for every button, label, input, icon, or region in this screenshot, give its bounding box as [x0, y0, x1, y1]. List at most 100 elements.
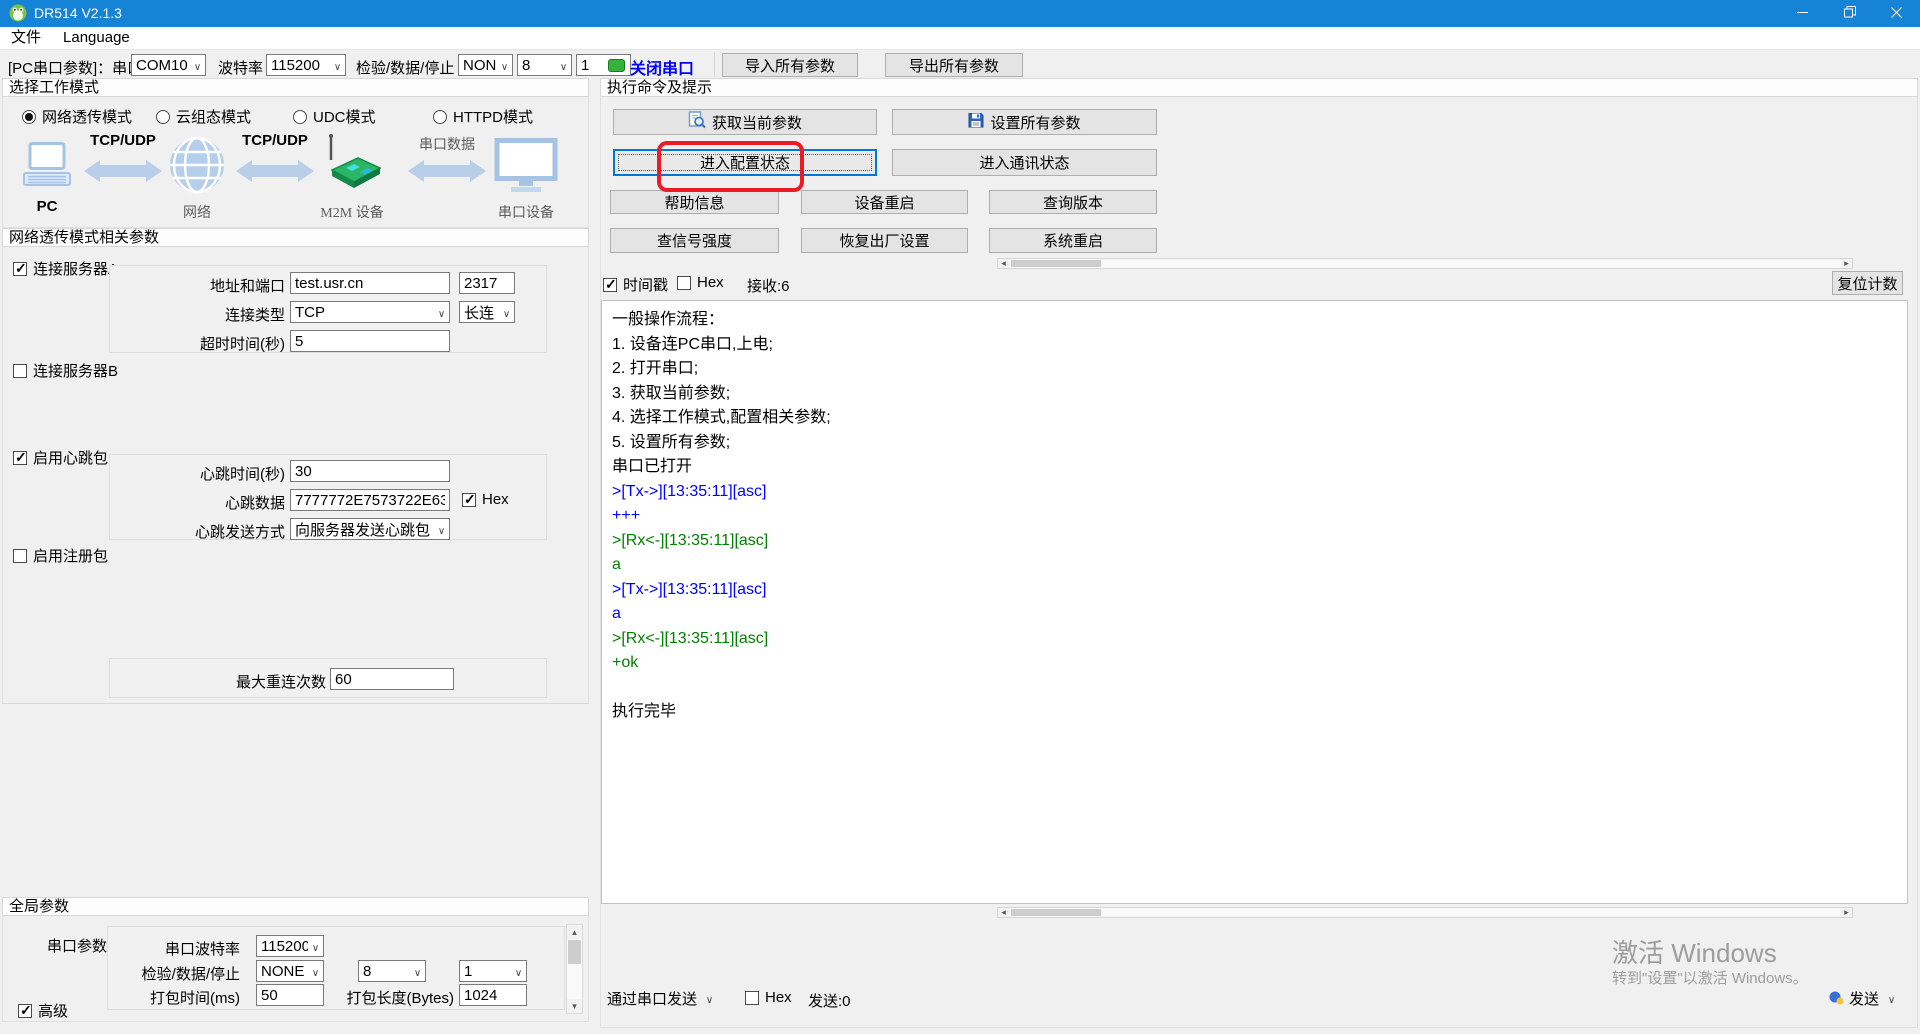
server-b-toggle[interactable]: 连接服务器B [13, 360, 118, 381]
advanced-toggle[interactable]: 高级 [18, 1000, 68, 1021]
send-via-serial-dropdown[interactable]: 通过串口发送 [607, 988, 717, 1009]
heartbeat-hex-checkbox[interactable] [462, 493, 476, 507]
reset-count-button[interactable]: 复位计数 [1832, 271, 1903, 295]
heartbeat-toggle[interactable]: 启用心跳包 [13, 447, 108, 468]
timeout-label: 超时时间(秒) [110, 333, 285, 354]
timestamp-checkbox[interactable] [603, 278, 617, 292]
enter-comm-button[interactable]: 进入通讯状态 [892, 149, 1157, 176]
heartbeat-hex-toggle[interactable]: Hex [462, 491, 509, 508]
mode-option-httpd[interactable]: HTTPD模式 [433, 106, 533, 127]
scrollbar-track[interactable] [567, 939, 582, 999]
radio-httpd-mode[interactable] [433, 110, 447, 124]
register-checkbox[interactable] [13, 549, 27, 563]
global-parity-select[interactable]: NONE [256, 960, 324, 982]
log-output[interactable]: 一般操作流程： 1. 设备连PC串口,上电; 2. 打开串口; 3. 获取当前参… [601, 300, 1908, 904]
section-divider [2, 703, 589, 704]
server-a-address-input[interactable] [290, 272, 450, 294]
parity-select[interactable]: NONI [458, 54, 513, 76]
databits-select[interactable]: 8 [517, 54, 572, 76]
scroll-right-icon[interactable] [1841, 259, 1852, 268]
global-databits-select[interactable]: 8 [358, 960, 426, 982]
log-hex-checkbox[interactable] [677, 276, 691, 290]
titlebar[interactable]: DR514 V2.1.3 [0, 0, 1920, 27]
conn-type-select[interactable]: TCP [290, 301, 450, 323]
packlen-input[interactable] [459, 984, 527, 1006]
mode-option-udc[interactable]: UDC模式 [293, 106, 376, 127]
timeout-input[interactable] [290, 330, 450, 352]
mode-option-cloud[interactable]: 云组态模式 [156, 106, 251, 127]
mode-option-transparent[interactable]: 网络透传模式 [22, 106, 132, 127]
radio-cloud-mode[interactable] [156, 110, 170, 124]
heartbeat-data-input[interactable] [290, 489, 450, 511]
baud-select[interactable]: 115200 [266, 54, 346, 76]
server-a-checkbox[interactable] [13, 262, 27, 276]
chevron-down-icon [190, 57, 205, 74]
scroll-right-icon[interactable] [1841, 908, 1852, 917]
restore-button[interactable] [1826, 0, 1873, 27]
factory-reset-button[interactable]: 恢复出厂设置 [801, 228, 968, 253]
query-version-button[interactable]: 查询版本 [989, 190, 1157, 214]
scrollbar-track[interactable] [1009, 908, 1841, 917]
server-a-toggle[interactable]: 连接服务器A [13, 258, 118, 279]
enter-config-button[interactable]: 进入配置状态 [613, 149, 877, 176]
heartbeat-checkbox[interactable] [13, 451, 27, 465]
log-bottom-scrollbar[interactable] [997, 907, 1853, 918]
heartbeat-mode-label: 心跳发送方式 [110, 521, 285, 542]
heartbeat-label: 启用心跳包 [33, 447, 108, 468]
server-b-checkbox[interactable] [13, 364, 27, 378]
scrollbar-thumb[interactable] [568, 940, 581, 964]
window-title: DR514 V2.1.3 [34, 0, 122, 27]
scroll-up-icon[interactable] [567, 925, 582, 939]
send-hex-checkbox[interactable] [745, 991, 759, 1005]
scroll-down-icon[interactable] [567, 999, 582, 1013]
global-stopbits-value: 1 [464, 963, 511, 980]
get-params-button[interactable]: 获取当前参数 [613, 109, 877, 135]
com-port-select[interactable]: COM10 [131, 54, 206, 76]
close-button[interactable] [1873, 0, 1920, 27]
reconnect-input[interactable] [330, 668, 454, 690]
system-reboot-button[interactable]: 系统重启 [989, 228, 1157, 253]
query-signal-label: 查信号强度 [657, 230, 732, 251]
radio-udc-mode[interactable] [293, 110, 307, 124]
heartbeat-mode-select[interactable]: 向服务器发送心跳包 [290, 518, 450, 540]
keepalive-select[interactable]: 长连 [459, 301, 515, 323]
minimize-button[interactable] [1779, 0, 1826, 27]
radio-transparent-mode[interactable] [22, 110, 36, 124]
register-toggle[interactable]: 启用注册包 [13, 545, 108, 566]
scrollbar-thumb[interactable] [1011, 260, 1101, 267]
menu-language[interactable]: Language [52, 27, 141, 49]
scroll-left-icon[interactable] [998, 908, 1009, 917]
send-hex-toggle[interactable]: Hex [745, 989, 792, 1006]
global-vertical-scrollbar[interactable] [566, 924, 583, 1014]
set-params-button[interactable]: 设置所有参数 [892, 109, 1157, 135]
log-top-scrollbar[interactable] [997, 258, 1853, 269]
global-baud-select[interactable]: 115200 [256, 935, 324, 957]
address-port-label: 地址和端口 [110, 275, 285, 296]
heartbeat-time-input[interactable] [290, 460, 450, 482]
advanced-checkbox[interactable] [18, 1004, 32, 1018]
m2m-device-icon [318, 132, 386, 198]
chevron-down-icon [497, 57, 512, 74]
scroll-left-icon[interactable] [998, 259, 1009, 268]
menu-file[interactable]: 文件 [0, 27, 52, 49]
send-button[interactable]: 发送 [1828, 988, 1899, 1009]
log-line: 一般操作流程： [612, 308, 1897, 333]
log-line: 串口已打开 [612, 455, 1897, 480]
scrollbar-track[interactable] [1009, 259, 1841, 268]
packtime-label: 打包时间(ms) [108, 987, 240, 1008]
activate-windows-watermark-sub: 转到"设置"以激活 Windows。 [1612, 967, 1808, 988]
import-params-button[interactable]: 导入所有参数 [722, 53, 858, 77]
log-line: 5. 设置所有参数; [612, 431, 1897, 456]
packtime-input[interactable] [256, 984, 324, 1006]
global-stopbits-select[interactable]: 1 [459, 960, 527, 982]
help-button[interactable]: 帮助信息 [610, 190, 779, 214]
serial-device-icon [494, 138, 558, 198]
export-params-button[interactable]: 导出所有参数 [885, 53, 1023, 77]
scrollbar-thumb[interactable] [1011, 909, 1101, 916]
timestamp-toggle[interactable]: 时间戳 [603, 274, 668, 295]
device-reboot-button[interactable]: 设备重启 [801, 190, 968, 214]
query-signal-button[interactable]: 查信号强度 [610, 228, 779, 253]
log-hex-toggle[interactable]: Hex [677, 274, 724, 291]
server-a-port-input[interactable] [459, 272, 515, 294]
menubar: 文件 Language [0, 27, 1920, 49]
